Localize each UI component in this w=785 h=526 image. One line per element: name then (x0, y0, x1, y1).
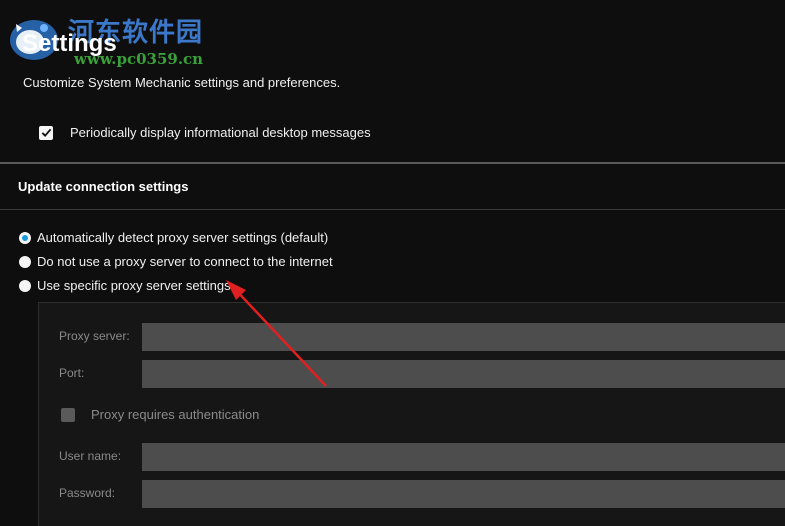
radio-label: Do not use a proxy server to connect to … (37, 254, 333, 269)
proxy-server-label: Proxy server: (59, 329, 130, 343)
radio-button[interactable] (19, 279, 31, 292)
radio-label: Use specific proxy server settings (37, 278, 231, 293)
proxy-auth-option[interactable]: Proxy requires authentication (61, 407, 259, 422)
radio-auto-detect-proxy[interactable]: Automatically detect proxy server settin… (19, 230, 328, 245)
desktop-messages-label: Periodically display informational deskt… (70, 125, 371, 140)
port-input[interactable] (142, 360, 785, 388)
radio-no-proxy[interactable]: Do not use a proxy server to connect to … (19, 254, 333, 269)
radio-button[interactable] (19, 231, 31, 244)
desktop-messages-checkbox[interactable] (39, 125, 53, 140)
desktop-messages-option[interactable]: Periodically display informational deskt… (39, 125, 371, 140)
radio-label: Automatically detect proxy server settin… (37, 230, 329, 245)
username-label: User name: (59, 449, 122, 463)
port-label: Port: (59, 366, 85, 380)
radio-button[interactable] (19, 255, 31, 268)
section-divider (0, 209, 785, 210)
checkmark-icon (41, 128, 51, 138)
page-title: Settings (22, 30, 117, 57)
password-label: Password: (59, 486, 116, 500)
proxy-auth-label: Proxy requires authentication (91, 407, 260, 422)
password-input[interactable] (142, 480, 785, 508)
proxy-server-input[interactable] (142, 323, 785, 351)
username-input[interactable] (142, 443, 785, 471)
update-connection-title: Update connection settings (18, 179, 189, 194)
proxy-auth-checkbox[interactable] (61, 407, 75, 422)
page-subtitle: Customize System Mechanic settings and p… (23, 75, 341, 90)
radio-specific-proxy[interactable]: Use specific proxy server settings (19, 278, 231, 293)
section-divider (0, 162, 785, 164)
